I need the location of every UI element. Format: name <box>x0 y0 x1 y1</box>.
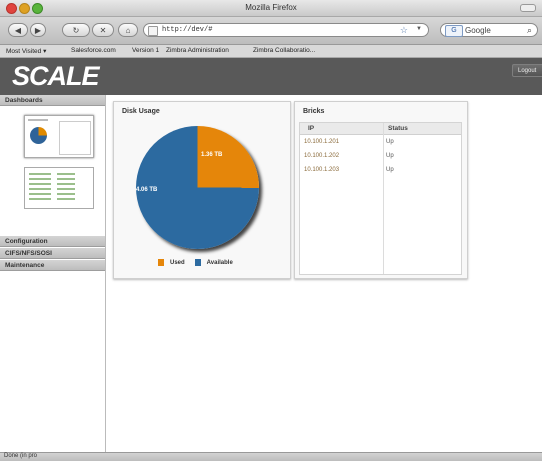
bookmark-zimbra-collab[interactable]: Zimbra Collaboratio... <box>253 47 315 54</box>
toolbar-toggle-button[interactable] <box>520 4 536 12</box>
bricks-title: Bricks <box>303 108 325 115</box>
app-header: SCALE Logout <box>0 58 542 95</box>
thumbnail-row <box>57 193 75 195</box>
forward-arrow-icon: ▶ <box>34 25 42 35</box>
address-bar[interactable]: http://dev/# ☆ ▼ <box>143 23 429 37</box>
home-icon: ⌂ <box>125 25 131 35</box>
search-engine-icon[interactable]: G <box>445 25 463 37</box>
legend-used-swatch <box>158 259 164 266</box>
bookmark-star-icon[interactable]: ☆ <box>400 25 408 36</box>
sidebar-item-dashboards[interactable]: Dashboards <box>0 95 105 106</box>
legend-used-label: Used <box>170 259 185 266</box>
stop-icon: ✕ <box>99 25 107 35</box>
sidebar-item-cifs-nfs[interactable]: CIFS/NFS/SOSI <box>0 248 105 259</box>
thumbnail-title-line <box>28 119 48 121</box>
thumbnail-row <box>29 188 51 190</box>
thumbnail-row <box>29 173 51 175</box>
bricks-table-header: IP Status <box>300 123 461 135</box>
url-dropdown-icon[interactable]: ▼ <box>416 26 422 32</box>
url-text: http://dev/# <box>162 26 213 34</box>
sidebar-item-maintenance[interactable]: Maintenance <box>0 260 105 271</box>
thumbnail-row <box>57 198 75 200</box>
pie-slice-used-label: 1.36 TB <box>201 152 223 158</box>
search-box[interactable]: G Google ⌕ <box>440 23 538 37</box>
stop-button[interactable]: ✕ <box>92 23 114 37</box>
brick-status-cell: Up <box>386 167 394 173</box>
dashboard-thumbnail-table[interactable] <box>24 167 94 209</box>
forward-button[interactable]: ▶ <box>30 23 46 37</box>
disk-usage-panel: Disk Usage 1.36 TB 4.06 TB Used Availabl… <box>113 101 291 279</box>
brick-status-cell: Up <box>386 139 394 145</box>
column-header-ip[interactable]: IP <box>308 125 314 132</box>
bookmark-zimbra-admin[interactable]: Zimbra Administration <box>166 47 229 54</box>
browser-toolbar: ◀ ▶ ↻ ✕ ⌂ http://dev/# ☆ ▼ G Google ⌕ <box>0 17 542 45</box>
search-icon[interactable]: ⌕ <box>527 25 532 36</box>
thumbnail-row <box>29 198 51 200</box>
window-title-bar: Mozilla Firefox <box>0 0 542 17</box>
sidebar: Dashboards Configuration CIFS/NFS/SOSI M… <box>0 95 106 456</box>
scale-logo: SCALE <box>12 61 100 91</box>
thumbnail-table <box>59 121 91 155</box>
home-button[interactable]: ⌂ <box>118 23 138 37</box>
sidebar-item-configuration[interactable]: Configuration <box>0 236 105 247</box>
dashboard-thumbnail-disk[interactable] <box>24 115 94 158</box>
bookmarks-bar: Most Visited ▾ Salesforce.com Version 1 … <box>0 45 542 58</box>
logout-button[interactable]: Logout <box>512 64 542 77</box>
brick-ip-cell[interactable]: 10.100.1.203 <box>304 167 339 173</box>
legend-available-swatch <box>194 259 201 266</box>
thumbnail-row <box>57 173 75 175</box>
thumbnail-row <box>29 193 51 195</box>
bookmark-most-visited[interactable]: Most Visited ▾ <box>6 47 46 55</box>
bookmark-salesforce[interactable]: Salesforce.com <box>71 47 116 54</box>
brick-status-cell: Up <box>386 153 394 159</box>
back-button[interactable]: ◀ <box>8 23 28 37</box>
reload-button[interactable]: ↻ <box>62 23 90 37</box>
brick-ip-cell[interactable]: 10.100.1.202 <box>304 153 339 159</box>
window-title: Mozilla Firefox <box>245 3 297 12</box>
disk-usage-title: Disk Usage <box>122 108 160 115</box>
thumbnail-row <box>57 178 75 180</box>
page-favicon-icon <box>148 26 158 36</box>
back-arrow-icon: ◀ <box>14 25 22 35</box>
column-divider <box>383 123 384 274</box>
pie-legend: Used Available <box>158 259 233 266</box>
thumbnail-row <box>57 183 75 185</box>
reload-icon: ↻ <box>72 25 80 35</box>
bricks-panel: Bricks IP Status 10.100.1.201 Up 10.100.… <box>294 101 468 279</box>
brick-ip-cell[interactable]: 10.100.1.201 <box>304 139 339 145</box>
bricks-table: IP Status 10.100.1.201 Up 10.100.1.202 U… <box>299 122 462 275</box>
bookmark-version1[interactable]: Version 1 <box>132 47 159 54</box>
status-text: Done (in pro <box>4 453 38 459</box>
pie-slice-available-label: 4.06 TB <box>136 187 158 193</box>
thumbnail-row <box>29 178 51 180</box>
search-placeholder: Google <box>465 26 491 35</box>
thumbnail-row <box>29 183 51 185</box>
legend-available-label: Available <box>206 259 233 266</box>
thumbnail-pie <box>30 127 47 144</box>
thumbnail-row <box>57 188 75 190</box>
column-header-status[interactable]: Status <box>388 125 408 132</box>
